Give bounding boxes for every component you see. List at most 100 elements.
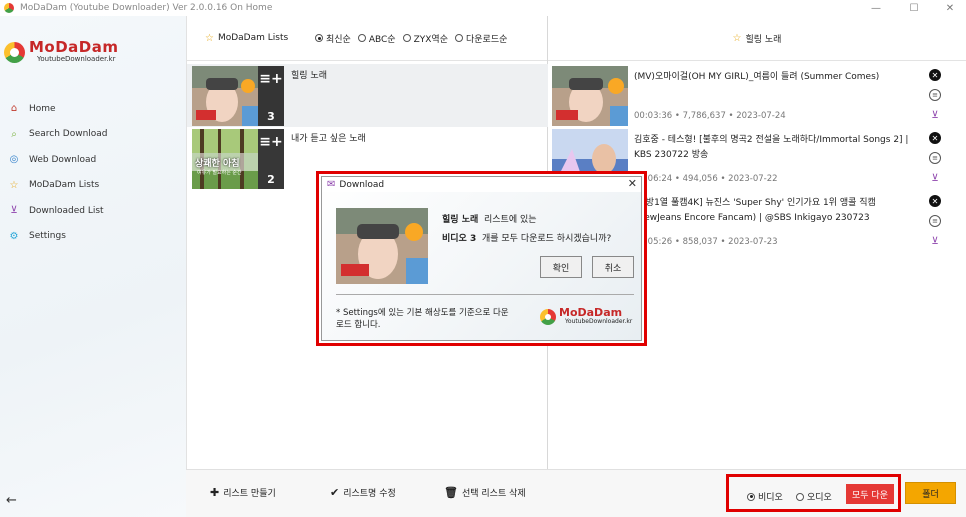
playlist-add-icon: ≡+ (259, 71, 283, 87)
thumbnail-image (336, 208, 428, 284)
brand-logo: MoDaDam YoutubeDownloader.kr (4, 40, 119, 64)
sidebar-item-modadam-lists[interactable]: ☆ MoDaDam Lists (8, 173, 108, 199)
create-list-button[interactable]: ✚ 리스트 만들기 (210, 486, 276, 499)
brand-name: MoDaDam (559, 306, 623, 319)
sort-option-downloads[interactable]: 다운로드순 (454, 32, 507, 45)
sidebar-item-label: Downloaded List (29, 205, 104, 216)
logo-disc-icon (4, 41, 25, 63)
inbox-icon: ⊻ (10, 205, 18, 217)
radio-icon (747, 492, 755, 501)
remove-video-icon[interactable]: ✕ (929, 132, 941, 144)
sidebar-item-label: MoDaDam Lists (29, 180, 100, 191)
title-bar: MoDaDam (Youtube Downloader) Ver 2.0.0.1… (0, 0, 966, 16)
app-logo-icon (4, 3, 14, 13)
cancel-button[interactable]: 취소 (592, 256, 634, 278)
gear-icon: ⚙ (9, 230, 19, 242)
dialog-thumbnail (336, 208, 428, 284)
dialog-message-line1: 힐링 노래 리스트에 있는 (442, 215, 537, 225)
list-count: 2 (267, 173, 275, 186)
list-thumbnail: ≡+ 3 (192, 66, 284, 126)
sidebar-item-label: Settings (29, 231, 66, 242)
divider (336, 294, 634, 295)
videos-panel-title: ☆ 힐링 노래 (732, 32, 782, 45)
sidebar-nav: ⌂ Home ⌕ Search Download ◎ Web Download … (8, 96, 108, 249)
download-all-button[interactable]: 모두 다운 (846, 484, 894, 504)
radio-icon (402, 34, 411, 42)
home-icon: ⌂ (10, 103, 18, 115)
sidebar-item-label: Web Download (29, 154, 97, 165)
sort-option-zyx[interactable]: ZYX역순 (402, 32, 448, 45)
menu-icon[interactable]: ≡ (929, 89, 941, 101)
thumbnail-subtext: 여유가 필요하는 순간 (197, 170, 242, 176)
sidebar-item-web-download[interactable]: ◎ Web Download (8, 147, 108, 173)
dialog-title: Download (339, 179, 385, 190)
menu-icon[interactable]: ≡ (929, 152, 941, 164)
sidebar-item-settings[interactable]: ⚙ Settings (8, 224, 108, 250)
thumbnail-text: 상쾌한 아침 (195, 159, 240, 169)
search-icon: ⌕ (11, 128, 17, 140)
menu-icon[interactable]: ≡ (929, 215, 941, 227)
brand-tagline: YoutubeDownloader.kr (37, 55, 116, 63)
brand-name: MoDaDam (29, 38, 119, 56)
maximize-button[interactable]: ☐ (896, 0, 932, 16)
video-title: [안방1열 풀캠4K] 뉴진스 'Super Shy' 인기가요 1위 앵콜 직… (634, 198, 876, 223)
sort-option-latest[interactable]: 최신순 (315, 32, 351, 45)
radio-icon (315, 34, 323, 42)
check-icon: ✔ (330, 486, 340, 499)
back-arrow-icon[interactable]: ← (6, 493, 17, 508)
lists-panel-header: ☆ MoDaDam Lists 최신순 ABC순 ZYX역순 다운로드순 (187, 16, 547, 61)
logo-disc-icon (540, 308, 556, 325)
star-icon: ☆ (732, 32, 742, 44)
list-count: 3 (267, 110, 275, 123)
confirm-button[interactable]: 확인 (540, 256, 582, 278)
minimize-button[interactable]: — (858, 0, 894, 16)
mode-audio-radio[interactable]: 오디오 (796, 490, 832, 503)
dialog-note: * Settings에 있는 기본 해상도를 기준으로 다운로드 합니다. (336, 308, 509, 330)
plus-icon: ✚ (210, 486, 220, 499)
globe-icon: ◎ (9, 154, 19, 166)
sort-option-abc[interactable]: ABC순 (357, 32, 396, 45)
remove-video-icon[interactable]: ✕ (929, 69, 941, 81)
download-icon[interactable]: ⊻ (929, 235, 941, 247)
sidebar-item-home[interactable]: ⌂ Home (8, 96, 108, 122)
sidebar-item-label: Search Download (29, 129, 108, 140)
download-mode-group: 비디오 오디오 모두 다운 (726, 474, 901, 512)
video-title: (MV)오마이걸(OH MY GIRL)_여름이 들려 (Summer Come… (634, 72, 880, 82)
download-icon[interactable]: ⊻ (929, 172, 941, 184)
radio-icon (357, 34, 366, 42)
sidebar-item-downloaded-list[interactable]: ⊻ Downloaded List (8, 198, 108, 224)
dialog-highlight: ✉ Download ✕ 힐링 노래 리스트에 있는 비디오 3 개를 모두 다… (316, 171, 647, 346)
window-title: MoDaDam (Youtube Downloader) Ver 2.0.0.1… (20, 3, 273, 13)
mode-video-radio[interactable]: 비디오 (747, 490, 783, 503)
star-icon: ☆ (205, 32, 214, 44)
close-window-button[interactable]: ✕ (932, 0, 966, 16)
folder-button[interactable]: 폴더 (905, 482, 956, 504)
playlist-overlay: ≡+ 3 (258, 66, 284, 126)
radio-icon (454, 34, 463, 42)
thumbnail-image (552, 66, 628, 126)
videos-panel-header: ☆ 힐링 노래 (548, 16, 966, 61)
list-name: 힐링 노래 (291, 71, 327, 81)
dialog-close-button[interactable]: ✕ (628, 177, 637, 190)
list-item[interactable]: ≡+ 3 힐링 노래 (187, 64, 548, 127)
sidebar-item-search-download[interactable]: ⌕ Search Download (8, 122, 108, 148)
rename-list-button[interactable]: ✔ 리스트명 수정 (330, 486, 396, 499)
lists-panel-title: ☆ MoDaDam Lists (205, 32, 289, 44)
dialog-brand-logo: MoDaDam YoutubeDownloader.kr (540, 307, 632, 326)
video-thumbnail (552, 66, 628, 126)
video-meta: 00:03:36 • 7,786,637 • 2023-07-24 (634, 111, 786, 121)
dialog-message-line2: 비디오 3 개를 모두 다운로드 하시겠습니까? (442, 234, 612, 244)
remove-video-icon[interactable]: ✕ (929, 195, 941, 207)
bottom-toolbar: ✚ 리스트 만들기 ✔ 리스트명 수정 🗑 선택 리스트 삭제 비디오 오디오 … (186, 469, 966, 517)
delete-list-button[interactable]: 🗑 선택 리스트 삭제 (444, 486, 526, 499)
trash-icon: 🗑 (444, 486, 458, 499)
sidebar: MoDaDam YoutubeDownloader.kr ⌂ Home ⌕ Se… (0, 16, 186, 517)
playlist-overlay: ≡+ 2 (258, 129, 284, 189)
video-row[interactable]: (MV)오마이걸(OH MY GIRL)_여름이 들려 (Summer Come… (548, 64, 966, 127)
dialog-titlebar: ✉ Download ✕ (322, 177, 641, 192)
thumbnail-image (192, 66, 258, 126)
download-icon[interactable]: ⊻ (929, 109, 941, 121)
video-meta: 00:05:26 • 858,037 • 2023-07-23 (634, 237, 778, 247)
video-meta: 00:06:24 • 494,056 • 2023-07-22 (634, 174, 778, 184)
video-title: 김호중 - 테스형! [불후의 명곡2 전설을 노래하다/Immortal So… (634, 135, 909, 160)
